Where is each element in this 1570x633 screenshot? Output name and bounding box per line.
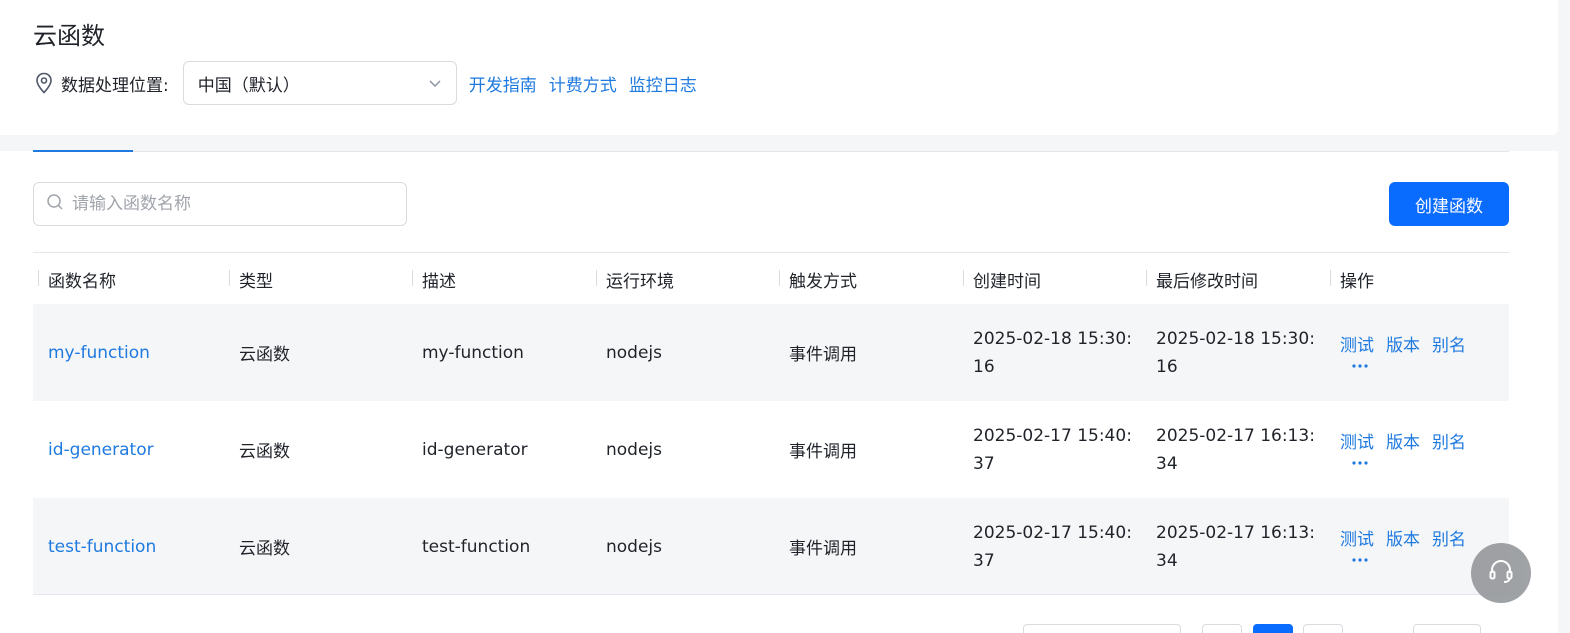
search-box[interactable] bbox=[33, 182, 407, 226]
tab-active-indicator bbox=[33, 150, 133, 152]
more-dots-icon[interactable] bbox=[1352, 455, 1376, 471]
function-created-time: 2025-02-17 15:40: 37 bbox=[973, 522, 1132, 571]
function-created-time: 2025-02-18 15:30: 16 bbox=[973, 328, 1132, 377]
more-dots-icon[interactable] bbox=[1352, 358, 1376, 374]
function-modified-time: 2025-02-18 15:30: 16 bbox=[1156, 328, 1315, 377]
function-runtime: nodejs bbox=[606, 439, 663, 460]
function-name-link[interactable]: id-generator bbox=[48, 401, 154, 498]
row-actions: 测试 版本 别名 bbox=[1340, 304, 1500, 401]
function-type: 云函数 bbox=[239, 539, 290, 559]
monitor-log-link[interactable]: 监控日志 bbox=[629, 71, 697, 96]
table-bottom-divider bbox=[33, 594, 1509, 595]
table-row: id-generator 云函数 id-generator nodejs 事件调… bbox=[33, 401, 1509, 498]
function-type: 云函数 bbox=[239, 442, 290, 462]
help-button[interactable] bbox=[1471, 543, 1531, 603]
page-title: 云函数 bbox=[33, 22, 105, 50]
page-size-select[interactable] bbox=[1023, 624, 1181, 633]
function-trigger: 事件调用 bbox=[789, 345, 857, 365]
search-input[interactable] bbox=[72, 194, 372, 214]
billing-link[interactable]: 计费方式 bbox=[549, 71, 617, 96]
table-row: my-function 云函数 my-function nodejs 事件调用 … bbox=[33, 304, 1509, 401]
col-header-actions: 操作 bbox=[1330, 253, 1374, 305]
prev-page-button[interactable] bbox=[1202, 624, 1242, 633]
col-header-type: 类型 bbox=[229, 253, 273, 305]
alias-action[interactable]: 别名 bbox=[1432, 331, 1466, 356]
function-created-time: 2025-02-17 15:40: 37 bbox=[973, 425, 1132, 474]
test-action[interactable]: 测试 bbox=[1340, 331, 1374, 356]
col-header-modified: 最后修改时间 bbox=[1146, 253, 1258, 305]
function-runtime: nodejs bbox=[606, 536, 663, 557]
map-pin-icon bbox=[33, 72, 55, 94]
row-actions: 测试 版本 别名 bbox=[1340, 401, 1500, 498]
alias-action[interactable]: 别名 bbox=[1432, 525, 1466, 550]
function-desc: my-function bbox=[422, 342, 524, 363]
function-name-link[interactable]: test-function bbox=[48, 498, 156, 595]
version-action[interactable]: 版本 bbox=[1386, 525, 1420, 550]
test-action[interactable]: 测试 bbox=[1340, 428, 1374, 453]
col-header-runtime: 运行环境 bbox=[596, 253, 674, 305]
functions-table: 函数名称 类型 描述 运行环境 触发方式 创建时间 最后修改时间 操作 my-f… bbox=[33, 252, 1509, 595]
function-name-link[interactable]: my-function bbox=[48, 304, 150, 401]
col-header-created: 创建时间 bbox=[963, 253, 1041, 305]
function-modified-time: 2025-02-17 16:13: 34 bbox=[1156, 522, 1315, 571]
table-header: 函数名称 类型 描述 运行环境 触发方式 创建时间 最后修改时间 操作 bbox=[33, 252, 1509, 304]
function-type: 云函数 bbox=[239, 345, 290, 365]
location-label: 数据处理位置: bbox=[61, 75, 169, 96]
headset-icon bbox=[1486, 556, 1516, 590]
search-icon bbox=[46, 193, 64, 215]
function-runtime: nodejs bbox=[606, 342, 663, 363]
location-row: 数据处理位置: 中国（默认） 开发指南 计费方式 监控日志 bbox=[33, 61, 697, 105]
version-action[interactable]: 版本 bbox=[1386, 428, 1420, 453]
create-function-button[interactable]: 创建函数 bbox=[1389, 182, 1509, 226]
current-page-button[interactable] bbox=[1253, 624, 1293, 633]
version-action[interactable]: 版本 bbox=[1386, 331, 1420, 356]
function-modified-time: 2025-02-17 16:13: 34 bbox=[1156, 425, 1315, 474]
more-dots-icon[interactable] bbox=[1352, 552, 1376, 568]
col-header-trigger: 触发方式 bbox=[779, 253, 857, 305]
dev-guide-link[interactable]: 开发指南 bbox=[469, 71, 537, 96]
function-trigger: 事件调用 bbox=[789, 442, 857, 462]
page-jump-input[interactable] bbox=[1413, 624, 1481, 633]
col-header-name: 函数名称 bbox=[38, 253, 116, 305]
test-action[interactable]: 测试 bbox=[1340, 525, 1374, 550]
region-select-value: 中国（默认） bbox=[197, 75, 300, 96]
next-page-button[interactable] bbox=[1303, 624, 1343, 633]
col-header-desc: 描述 bbox=[412, 253, 456, 305]
function-desc: test-function bbox=[422, 536, 531, 557]
alias-action[interactable]: 别名 bbox=[1432, 428, 1466, 453]
function-trigger: 事件调用 bbox=[789, 539, 857, 559]
chevron-down-icon bbox=[428, 76, 442, 90]
table-row: test-function 云函数 test-function nodejs 事… bbox=[33, 498, 1509, 595]
region-select[interactable]: 中国（默认） bbox=[182, 61, 457, 105]
tab-divider bbox=[33, 151, 1509, 152]
function-desc: id-generator bbox=[422, 439, 528, 460]
